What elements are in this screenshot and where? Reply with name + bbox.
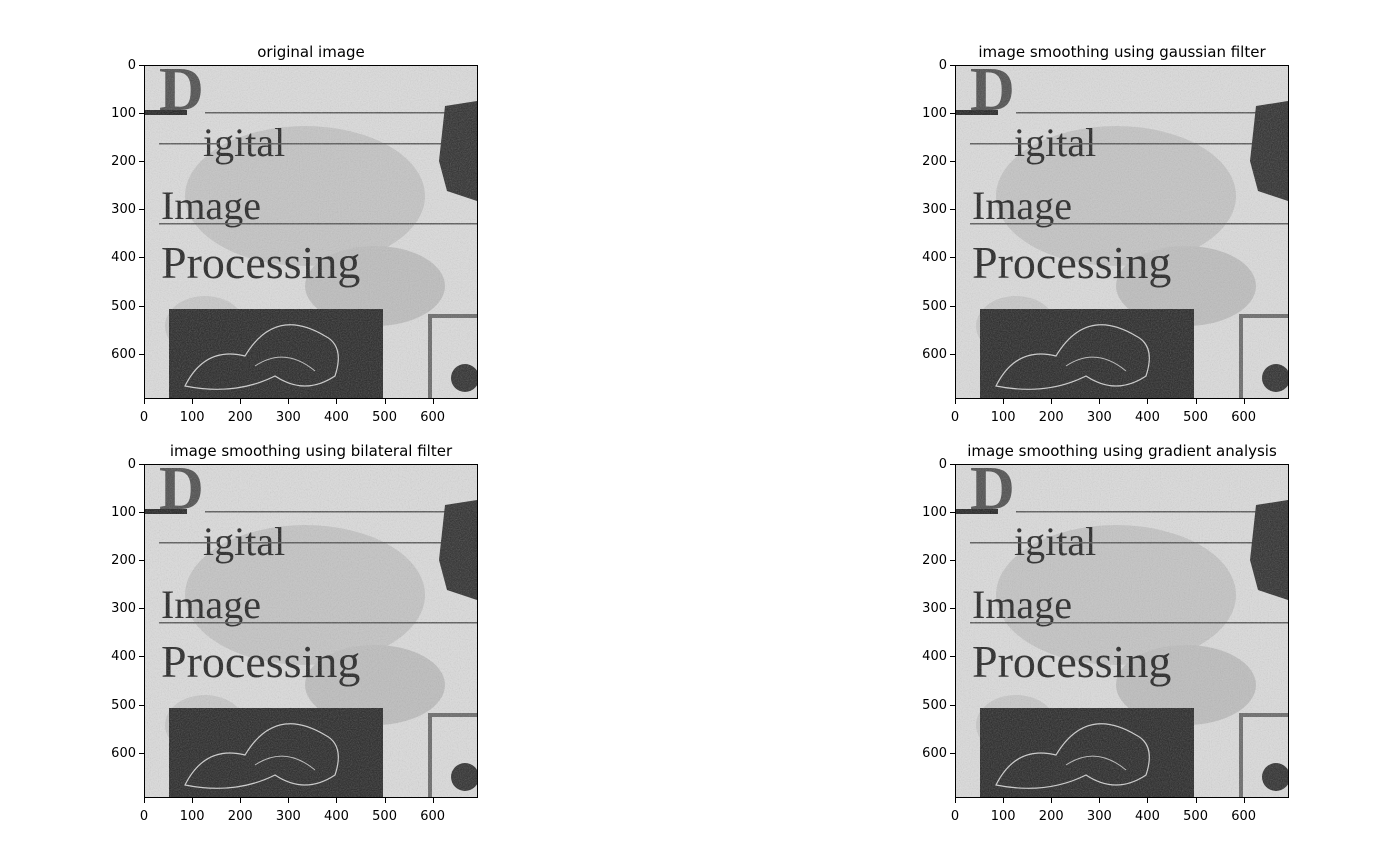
image-area: DigitalImageProcessing [144, 464, 478, 798]
x-tick-label: 0 [124, 399, 164, 424]
y-tick-label: 400 [111, 250, 144, 266]
y-tick-label: 400 [922, 649, 955, 665]
x-tick-label: 0 [935, 798, 975, 823]
x-tick-label: 200 [220, 798, 260, 823]
x-tick-label: 500 [365, 798, 405, 823]
panel-title: image smoothing using gradient analysis [967, 442, 1277, 460]
y-tick-label: 600 [111, 745, 144, 761]
panel-title: image smoothing using bilateral filter [169, 442, 453, 460]
x-tick-label: 500 [1176, 798, 1216, 823]
y-tick-label: 100 [111, 505, 144, 521]
y-tick-label: 200 [922, 553, 955, 569]
y-tick-label: 500 [111, 298, 144, 314]
x-tick-label: 100 [172, 798, 212, 823]
x-tick-label: 300 [1079, 798, 1119, 823]
x-tick-label: 600 [413, 798, 453, 823]
y-tick-label: 200 [922, 154, 955, 170]
y-tick-label: 200 [111, 154, 144, 170]
y-tick-label: 100 [111, 106, 144, 122]
y-tick-label: 300 [922, 202, 955, 218]
panel-gaussian: image smoothing using gaussian filter Di… [922, 43, 1289, 424]
image-area: DigitalImageProcessing [955, 464, 1289, 798]
x-tick-label: 600 [1224, 399, 1264, 424]
x-tick-label: 300 [1079, 399, 1119, 424]
x-tick-label: 100 [983, 399, 1023, 424]
y-tick-label: 300 [922, 601, 955, 617]
x-tick-label: 400 [1127, 399, 1167, 424]
x-tick-label: 200 [220, 399, 260, 424]
x-tick-label: 500 [1176, 399, 1216, 424]
y-tick-label: 500 [922, 697, 955, 713]
panel-title: image smoothing using gaussian filter [978, 43, 1266, 61]
x-tick-label: 0 [124, 798, 164, 823]
y-tick-label: 100 [922, 106, 955, 122]
panel-original: original image DigitalImageProcessing 01… [111, 43, 478, 424]
y-tick-label: 600 [111, 346, 144, 362]
y-tick-label: 200 [111, 553, 144, 569]
x-tick-label: 600 [413, 399, 453, 424]
x-tick-label: 400 [316, 399, 356, 424]
y-tick-label: 400 [922, 250, 955, 266]
y-tick-label: 400 [111, 649, 144, 665]
y-tick-label: 500 [111, 697, 144, 713]
y-tick-label: 600 [922, 745, 955, 761]
image-area: DigitalImageProcessing [144, 65, 478, 399]
x-tick-label: 400 [1127, 798, 1167, 823]
image-area: DigitalImageProcessing [955, 65, 1289, 399]
y-tick-label: 0 [921, 59, 955, 72]
y-tick-label: 600 [922, 346, 955, 362]
y-tick-label: 100 [922, 505, 955, 521]
y-tick-label: 0 [110, 458, 144, 471]
x-tick-label: 300 [268, 798, 308, 823]
panel-title: original image [257, 43, 365, 61]
x-tick-label: 200 [1031, 399, 1071, 424]
x-tick-label: 200 [1031, 798, 1071, 823]
y-tick-label: 500 [922, 298, 955, 314]
y-tick-label: 300 [111, 202, 144, 218]
x-tick-label: 300 [268, 399, 308, 424]
y-tick-label: 0 [921, 458, 955, 471]
y-tick-label: 0 [110, 59, 144, 72]
y-tick-label: 300 [111, 601, 144, 617]
x-tick-label: 600 [1224, 798, 1264, 823]
x-tick-label: 100 [172, 399, 212, 424]
panel-bilateral: image smoothing using bilateral filter D… [111, 442, 478, 823]
x-tick-label: 0 [935, 399, 975, 424]
x-tick-label: 400 [316, 798, 356, 823]
panel-gradient: image smoothing using gradient analysis … [922, 442, 1289, 823]
x-tick-label: 100 [983, 798, 1023, 823]
x-tick-label: 500 [365, 399, 405, 424]
